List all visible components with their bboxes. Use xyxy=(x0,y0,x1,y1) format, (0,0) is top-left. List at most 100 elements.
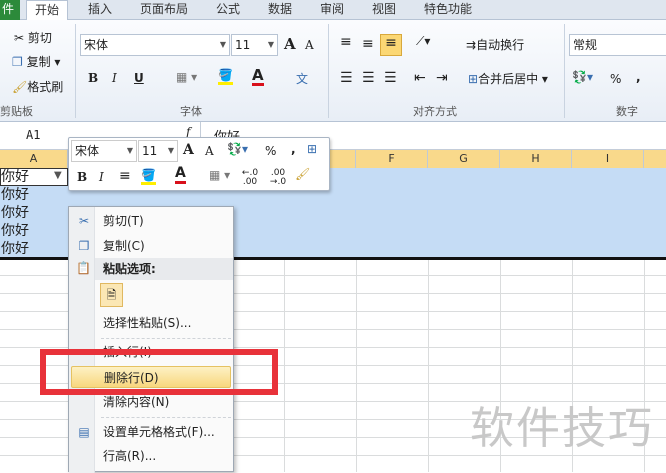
comma-button[interactable]: , xyxy=(636,70,641,84)
divider xyxy=(564,24,565,118)
menu-item-cut[interactable]: ✂ 剪切(T) xyxy=(69,210,233,232)
cell-a1[interactable]: 你好 xyxy=(1,168,29,186)
mini-percent-button[interactable]: % xyxy=(265,144,276,158)
align-middle-button[interactable]: ≡ xyxy=(362,36,374,52)
menu-separator xyxy=(101,417,231,418)
menu-item-format-cells[interactable]: ▤ 设置单元格格式(F)... xyxy=(69,421,233,443)
filter-icon[interactable]: ▼ xyxy=(54,170,62,181)
paste-button[interactable]: 🗎 xyxy=(100,283,123,307)
tab-view[interactable]: 视图 xyxy=(372,0,396,20)
mini-size-select[interactable]: 11 ▼ xyxy=(138,140,178,162)
phonetic-button[interactable]: 文 xyxy=(296,70,308,87)
document-icon: 🗎 xyxy=(106,288,117,302)
align-left-button[interactable]: ☰ xyxy=(340,70,353,86)
tab-home[interactable]: 开始 xyxy=(26,0,69,21)
paint-bucket-icon: 🪣 xyxy=(218,68,233,82)
mini-font-color-button[interactable]: A xyxy=(175,166,186,184)
wrap-text-button[interactable]: ⇉自动换行 xyxy=(466,36,524,53)
merge-center-button[interactable]: ⊞合并后居中 ▾ xyxy=(468,70,548,87)
tab-review[interactable]: 审阅 xyxy=(320,0,344,20)
mini-grow-font-button[interactable]: A xyxy=(183,142,194,158)
menu-item-copy[interactable]: ❐ 复制(C) xyxy=(69,235,233,257)
format-painter-button[interactable]: 🖌格式刷 xyxy=(12,78,63,95)
column-header-j[interactable] xyxy=(644,150,666,168)
mini-bold-button[interactable]: B xyxy=(77,170,87,184)
menu-label: 选择性粘贴(S)... xyxy=(103,316,192,330)
font-color-button[interactable]: A xyxy=(252,68,264,86)
orientation-button[interactable]: ⟋▾ xyxy=(416,34,430,49)
bold-button[interactable]: B xyxy=(88,71,98,85)
name-box[interactable]: A1 xyxy=(26,128,40,142)
cell-a3[interactable]: 你好 xyxy=(1,204,29,222)
wrap-icon: ⇉ xyxy=(466,38,477,52)
mini-border-button[interactable]: ▦ ▾ xyxy=(209,168,230,182)
underline-button[interactable]: U xyxy=(134,71,144,85)
currency-icon: 💱 xyxy=(227,142,242,156)
column-header-h[interactable]: H xyxy=(500,150,572,168)
mini-shrink-font-button[interactable]: A xyxy=(205,144,214,158)
copy-label: 复制 xyxy=(26,55,51,69)
cut-label: 剪切 xyxy=(27,31,52,45)
shrink-font-button[interactable]: A xyxy=(305,38,314,52)
menu-label: 行高(R)... xyxy=(103,449,157,463)
grow-font-button[interactable]: A xyxy=(284,35,296,53)
brush-icon: 🖌 xyxy=(295,167,311,181)
cell-a4[interactable]: 你好 xyxy=(1,222,29,240)
mini-merge-icon[interactable]: ⊞ xyxy=(307,142,317,156)
mini-format-painter-button[interactable]: 🖌 xyxy=(295,167,310,181)
decrease-decimal-button[interactable]: .00 →.0 xyxy=(265,169,291,187)
fill-color-button[interactable]: 🪣 xyxy=(218,68,233,85)
chevron-down-icon: ▼ xyxy=(167,146,174,155)
tab-insert[interactable]: 插入 xyxy=(88,0,112,20)
brush-icon: 🖌 xyxy=(12,80,28,94)
currency-button[interactable]: 💱▾ xyxy=(572,70,593,84)
align-bottom-button[interactable]: ≡ xyxy=(380,34,402,56)
chevron-down-icon: ▼ xyxy=(126,146,133,155)
italic-button[interactable]: I xyxy=(112,71,117,85)
increase-indent-button[interactable]: ⇥ xyxy=(436,70,448,86)
mini-italic-button[interactable]: I xyxy=(99,170,104,184)
font-size-value: 11 xyxy=(235,38,251,52)
number-format-select[interactable]: 常规 xyxy=(569,34,666,56)
tab-data[interactable]: 数据 xyxy=(268,0,292,20)
column-header-i[interactable]: I xyxy=(572,150,644,168)
increase-decimal-button[interactable]: ←.0 .00 xyxy=(237,169,263,187)
copy-button[interactable]: ❐ 复制 ▾ xyxy=(12,53,60,70)
menu-paste-options-header: 粘贴选项: xyxy=(95,258,233,280)
alignment-group-label: 对齐方式 xyxy=(413,105,457,118)
cell-a2[interactable]: 你好 xyxy=(1,186,29,204)
mini-font-select[interactable]: 宋体 ▼ xyxy=(71,140,137,162)
tab-formulas[interactable]: 公式 xyxy=(216,0,240,20)
menu-separator xyxy=(101,338,231,339)
tab-page-layout[interactable]: 页面布局 xyxy=(140,0,188,20)
mini-comma-button[interactable]: , xyxy=(291,142,296,156)
tab-file[interactable]: 件 xyxy=(0,0,20,20)
percent-button[interactable]: % xyxy=(610,72,621,86)
mini-fill-color-button[interactable]: 🪣 xyxy=(141,168,156,185)
menu-label: 粘贴选项: xyxy=(103,262,156,276)
clipboard-group-label: 剪贴板 xyxy=(0,105,33,118)
align-right-button[interactable]: ☰ xyxy=(384,70,397,86)
font-size-select[interactable]: 11 ▼ xyxy=(231,34,278,56)
align-center-button[interactable]: ☰ xyxy=(362,70,375,86)
cell-a5[interactable]: 你好 xyxy=(1,240,29,258)
menu-label: 设置单元格格式(F)... xyxy=(103,425,215,439)
tab-special[interactable]: 特色功能 xyxy=(424,0,472,20)
font-name-select[interactable]: 宋体 ▼ xyxy=(80,34,230,56)
mini-currency-button[interactable]: 💱▾ xyxy=(227,142,248,156)
menu-item-row-height[interactable]: 行高(R)... xyxy=(69,445,233,467)
column-header-f[interactable]: F xyxy=(356,150,428,168)
mini-toolbar: 宋体 ▼ 11 ▼ A A 💱▾ % , ⊞ B I ≡ 🪣 A ▦ ▾ ←.0 .… xyxy=(68,137,330,191)
cut-button[interactable]: ✂ 剪切 xyxy=(14,29,52,46)
decrease-indent-button[interactable]: ⇤ xyxy=(414,70,426,86)
scissors-icon: ✂ xyxy=(14,31,25,45)
column-header-g[interactable]: G xyxy=(428,150,500,168)
menu-item-paste-special[interactable]: 选择性粘贴(S)... xyxy=(69,312,233,334)
align-top-button[interactable]: ≡ xyxy=(340,34,352,50)
merge-icon: ⊞ xyxy=(468,72,479,86)
column-header-a[interactable]: A xyxy=(0,150,68,168)
mini-center-button[interactable]: ≡ xyxy=(119,168,131,184)
border-button[interactable]: ▦ ▾ xyxy=(176,70,197,84)
ribbon-tabs: 件 开始 插入 页面布局 公式 数据 审阅 视图 特色功能 xyxy=(0,0,666,21)
font-group-label: 字体 xyxy=(180,105,202,118)
